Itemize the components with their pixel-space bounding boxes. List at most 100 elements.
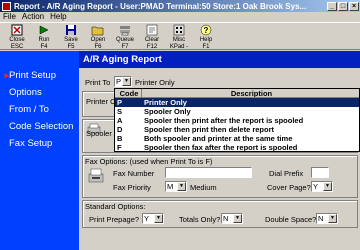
sidebar-item-code-selection[interactable]: Code Selection bbox=[0, 118, 79, 135]
queue-label: Queue bbox=[115, 37, 134, 43]
misc-key: KPad - bbox=[169, 43, 189, 50]
option-code: P bbox=[117, 98, 123, 107]
run-key: F4 bbox=[40, 43, 48, 50]
run-icon bbox=[39, 25, 49, 35]
sidebar-item-options[interactable]: Options bbox=[0, 84, 79, 101]
double-space-select[interactable]: N ▼ bbox=[316, 213, 338, 224]
menu-help[interactable]: Help bbox=[50, 12, 66, 22]
fax-priority-label: Fax Priority bbox=[113, 183, 151, 192]
dropdown-option-s[interactable]: S Spooler Only bbox=[115, 107, 359, 116]
dial-prefix-input[interactable] bbox=[311, 167, 329, 178]
double-space-label: Double Space? bbox=[265, 215, 317, 224]
help-icon: ? bbox=[200, 24, 212, 36]
menu-action[interactable]: Action bbox=[22, 12, 44, 22]
open-label: Open bbox=[90, 37, 106, 43]
queue-icon bbox=[120, 26, 130, 36]
chevron-down-icon[interactable]: ▼ bbox=[177, 182, 186, 191]
sidebar-item-label: From / To bbox=[9, 104, 49, 115]
option-description: Printer Only bbox=[144, 98, 187, 107]
print-to-select[interactable]: P ▼ bbox=[114, 76, 132, 87]
sidebar-item-from-to[interactable]: From / To bbox=[0, 101, 79, 118]
maximize-button[interactable]: □ bbox=[338, 1, 348, 11]
app-icon bbox=[2, 1, 11, 11]
window-title: Report - A/R Aging Report - User:PMAD Te… bbox=[14, 1, 307, 11]
option-code: A bbox=[117, 116, 123, 125]
print-to-description: Printer Only bbox=[135, 78, 175, 87]
minimize-button[interactable]: _ bbox=[327, 1, 337, 11]
cover-page-select[interactable]: Y ▼ bbox=[311, 181, 333, 192]
menu-file[interactable]: File bbox=[3, 12, 16, 22]
dropdown-option-a[interactable]: A Spooler then print after the report is… bbox=[115, 116, 359, 125]
close-label: Close bbox=[9, 37, 25, 43]
dial-prefix-label: Dial Prefix bbox=[269, 169, 304, 178]
save-key: F5 bbox=[67, 43, 75, 50]
queue-button[interactable]: Queue F7 bbox=[112, 24, 138, 50]
page-title: A/R Aging Report bbox=[79, 51, 360, 68]
fax-priority-value: M bbox=[167, 182, 174, 191]
chevron-down-icon[interactable]: ▼ bbox=[233, 214, 242, 223]
chevron-down-icon[interactable]: ▼ bbox=[328, 214, 337, 223]
misc-button[interactable]: Misc KPad - bbox=[166, 24, 192, 50]
cover-page-label: Cover Page? bbox=[267, 183, 311, 192]
totals-only-select[interactable]: N ▼ bbox=[221, 213, 243, 224]
clear-button[interactable]: Clear F12 bbox=[139, 24, 165, 50]
print-prepage-label: Print Prepage? bbox=[89, 215, 140, 224]
menu-bar: File Action Help bbox=[0, 12, 360, 22]
dropdown-option-b[interactable]: B Both spooler and printer at the same t… bbox=[115, 134, 359, 143]
fax-number-input[interactable] bbox=[165, 167, 252, 178]
run-button[interactable]: Run F4 bbox=[31, 24, 57, 50]
fax-options-title: Fax Options: (used when Print To is F) bbox=[85, 157, 213, 166]
fax-priority-select[interactable]: M ▼ bbox=[165, 181, 187, 192]
sidebar: ►Print Setup Options From / To Code Sele… bbox=[0, 51, 79, 250]
option-code: F bbox=[117, 143, 122, 152]
option-code: D bbox=[117, 125, 123, 134]
help-label: Help bbox=[199, 37, 213, 43]
open-button[interactable]: Open F6 bbox=[85, 24, 111, 50]
chevron-down-icon[interactable]: ▼ bbox=[323, 182, 332, 191]
misc-icon bbox=[173, 24, 185, 36]
standard-options-title: Standard Options: bbox=[85, 202, 146, 211]
close-window-button[interactable]: × bbox=[349, 1, 359, 11]
open-icon bbox=[91, 26, 104, 36]
help-button[interactable]: ? Help F1 bbox=[193, 24, 219, 50]
option-description: Spooler Only bbox=[144, 107, 191, 116]
column-header-code: Code bbox=[115, 89, 142, 98]
dropdown-header: Code Description bbox=[115, 89, 359, 98]
help-key: F1 bbox=[202, 43, 210, 50]
title-bar: Report - A/R Aging Report - User:PMAD Te… bbox=[0, 0, 360, 12]
dropdown-option-d[interactable]: D Spooler then print then delete report bbox=[115, 125, 359, 134]
save-label: Save bbox=[64, 37, 78, 43]
option-description: Both spooler and printer at the same tim… bbox=[144, 134, 293, 143]
save-button[interactable]: Save F5 bbox=[58, 24, 84, 50]
close-button[interactable]: Close ESC bbox=[4, 24, 30, 50]
sidebar-item-fax-setup[interactable]: Fax Setup bbox=[0, 135, 79, 152]
totals-only-label: Totals Only? bbox=[179, 215, 221, 224]
toolbar: Close ESC Run F4 Save F5 Open F6 Queue F7 Cle… bbox=[0, 22, 360, 50]
print-to-value: P bbox=[116, 77, 122, 86]
dropdown-option-f[interactable]: F Spooler then fax after the report is s… bbox=[115, 143, 359, 152]
svg-text:?: ? bbox=[204, 26, 209, 35]
print-prepage-select[interactable]: Y ▼ bbox=[142, 213, 164, 224]
chevron-down-icon[interactable]: ▼ bbox=[122, 77, 131, 86]
print-to-dropdown-list: Code Description P Printer Only S Spoole… bbox=[114, 88, 360, 152]
option-description: Spooler then fax after the report is spo… bbox=[144, 143, 298, 152]
option-description: Spooler then print after the report is s… bbox=[144, 116, 304, 125]
dropdown-option-p[interactable]: P Printer Only bbox=[115, 98, 359, 107]
clear-label: Clear bbox=[144, 37, 160, 43]
fax-number-label: Fax Number bbox=[113, 169, 155, 178]
sidebar-item-label: Fax Setup bbox=[9, 138, 53, 149]
sidebar-item-label: Code Selection bbox=[9, 121, 74, 132]
sidebar-item-label: Options bbox=[9, 87, 42, 98]
misc-label: Misc bbox=[172, 37, 186, 43]
save-icon bbox=[66, 25, 76, 35]
clear-key: F12 bbox=[146, 43, 158, 50]
close-icon bbox=[11, 24, 23, 36]
option-code: S bbox=[117, 107, 123, 116]
chevron-down-icon[interactable]: ▼ bbox=[154, 214, 163, 223]
double-space-value: N bbox=[318, 214, 324, 223]
sidebar-item-print-setup[interactable]: ►Print Setup bbox=[0, 67, 79, 84]
queue-key: F7 bbox=[121, 43, 129, 50]
standard-options-panel: Standard Options: Print Prepage? Y ▼ Tot… bbox=[82, 200, 358, 228]
sidebar-item-label: Print Setup bbox=[9, 70, 56, 81]
fax-options-panel: Fax Options: (used when Print To is F) F… bbox=[82, 155, 358, 198]
